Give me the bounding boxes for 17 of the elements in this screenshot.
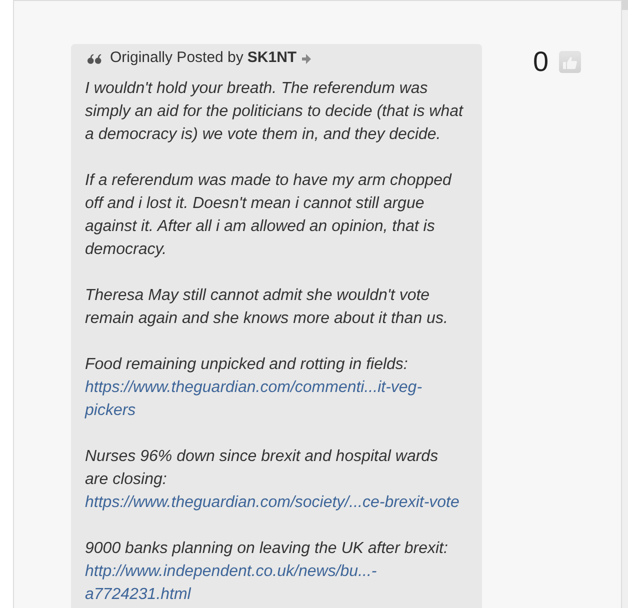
thumbs-up-icon [562,56,577,68]
link[interactable]: http://www.independent.co.uk/news/bu...-a7724231.html [85,560,464,606]
link[interactable]: https://www.theguardian.com/commenti...it-veg-pickers [85,376,464,422]
post-paragraph: I wouldn't hold your breath. The referendum was simply an aid for the politicians to decide (that is what a democracy is) we vote them in, and they decide. [85,79,464,145]
quote-icon [87,54,102,64]
post-paragraph: Theresa May still cannot admit she wouldn't vote remain again and she knows more about it than us. [85,286,449,329]
like-button[interactable] [558,51,581,73]
link[interactable]: https://www.theguardian.com/society/...ce-brexit-vote [85,491,460,514]
post-paragraph: If a referendum was made to have my arm chopped off and i lost it. Doesn't mean i cannot still argue against it. After all i am allowed an opinion, that is democracy. [85,171,453,260]
quote-attribution-label: Originally Posted by [110,48,244,68]
post-paragraph: 9000 banks planning on leaving the UK after brexit: [85,539,448,559]
scrollbar-thumb[interactable] [622,0,628,10]
post-paragraph: Nurses 96% down since brexit and hospital wards are closing: [85,447,440,490]
like-count: 0 [533,50,549,74]
arrow-right-icon[interactable] [302,54,311,64]
quote-author-name: SK1NT [247,48,297,68]
post-paragraph: Food remaining unpicked and rotting in fields: [85,355,408,375]
